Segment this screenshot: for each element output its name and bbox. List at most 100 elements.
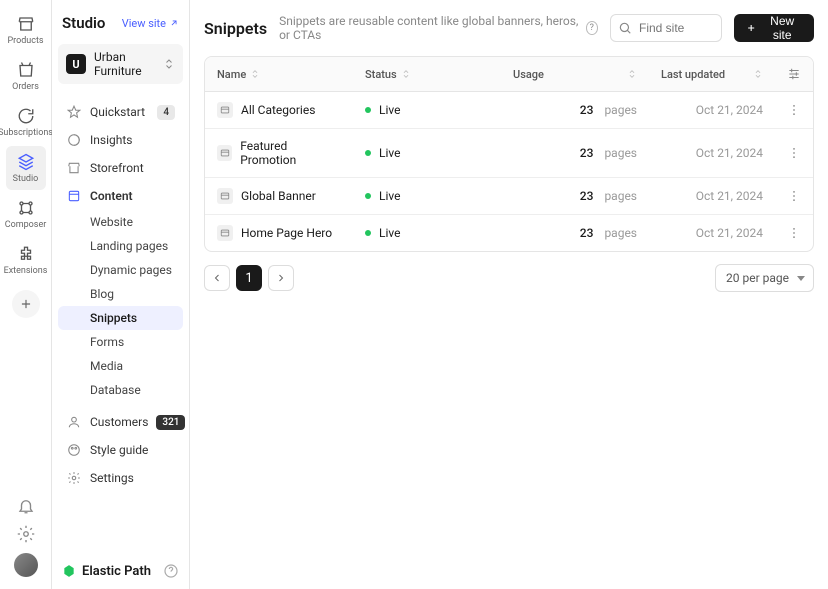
status-label: Live xyxy=(379,226,400,240)
page-subtitle: Snippets are reusable content like globa… xyxy=(279,14,598,42)
search-wrapper xyxy=(610,14,722,42)
col-label: Usage xyxy=(513,68,544,81)
table-row[interactable]: Featured Promotion Live 23 pages Oct 21, 202… xyxy=(205,129,813,178)
help-icon[interactable] xyxy=(163,563,179,579)
cell-updated: Oct 21, 2024 xyxy=(649,136,775,170)
sub-item-landing-pages[interactable]: Landing pages xyxy=(58,234,183,258)
site-logo: U xyxy=(66,54,86,74)
rail-label: Orders xyxy=(12,82,39,92)
cell-usage: 23 pages xyxy=(501,136,649,170)
cell-updated: Oct 21, 2024 xyxy=(649,93,775,127)
cell-actions xyxy=(775,179,813,213)
table-row[interactable]: Home Page HeroLive23pagesOct 21, 2024 xyxy=(205,215,813,251)
subtitle-text: Snippets are reusable content like globa… xyxy=(279,14,579,42)
main-header: Snippets Snippets are reusable content l… xyxy=(204,14,814,42)
status-dot xyxy=(365,150,371,156)
col-label: Status xyxy=(365,68,397,81)
sidebar-item-settings[interactable]: Settings xyxy=(58,464,183,492)
rail-item-subscriptions[interactable]: Subscriptions xyxy=(6,100,46,144)
sub-item-blog[interactable]: Blog xyxy=(58,282,183,306)
rail-item-composer[interactable]: Composer xyxy=(6,192,46,236)
extensions-icon xyxy=(16,244,36,264)
col-name[interactable]: Name xyxy=(205,57,353,91)
rail-item-studio[interactable]: Studio xyxy=(6,146,46,190)
row-name: Featured Promotion xyxy=(240,139,341,167)
gear-icon xyxy=(66,470,82,486)
orders-icon xyxy=(16,60,36,80)
cell-status: Live xyxy=(353,179,501,213)
col-settings[interactable] xyxy=(775,57,813,91)
usage-count: 23 xyxy=(580,226,594,240)
view-site-label: View site xyxy=(122,17,166,30)
next-page-button[interactable] xyxy=(268,265,294,291)
sidebar-item-storefront[interactable]: Storefront xyxy=(58,154,183,182)
brand-label: Elastic Path xyxy=(82,564,151,579)
elastic-path-icon xyxy=(62,564,76,578)
storefront-icon xyxy=(66,160,82,176)
sidebar-item-content[interactable]: Content xyxy=(58,182,183,210)
usage-label: pages xyxy=(604,146,637,160)
table-row[interactable]: Global BannerLive23pagesOct 21, 2024 xyxy=(205,178,813,215)
sub-item-database[interactable]: Database xyxy=(58,378,183,402)
row-menu-button[interactable] xyxy=(787,103,801,117)
sub-item-dynamic-pages[interactable]: Dynamic pages xyxy=(58,258,183,282)
customers-icon xyxy=(66,414,82,430)
col-status[interactable]: Status xyxy=(353,57,501,91)
snippet-icon xyxy=(217,145,232,161)
prev-page-button[interactable] xyxy=(204,265,230,291)
chevron-left-icon xyxy=(211,272,223,284)
status-dot xyxy=(365,107,371,113)
rail-item-orders[interactable]: Orders xyxy=(6,54,46,98)
snippets-table: Name Status Usage Last updated All Categ… xyxy=(204,56,814,252)
usage-count: 23 xyxy=(580,146,594,160)
snippet-icon xyxy=(217,188,233,204)
sub-item-website[interactable]: Website xyxy=(58,210,183,234)
search-icon xyxy=(618,21,632,35)
sidebar-item-label: Quickstart xyxy=(90,105,145,119)
external-link-icon xyxy=(169,18,179,28)
rail-item-extensions[interactable]: Extensions xyxy=(6,238,46,282)
col-label: Name xyxy=(217,68,246,81)
sidebar-item-style-guide[interactable]: Style guide xyxy=(58,436,183,464)
site-picker[interactable]: U Urban Furniture xyxy=(58,44,183,84)
row-menu-button[interactable] xyxy=(787,146,801,160)
sub-item-media[interactable]: Media xyxy=(58,354,183,378)
rail-item-products[interactable]: Products xyxy=(6,8,46,52)
sidebar-item-label: Customers xyxy=(90,415,148,429)
col-usage[interactable]: Usage xyxy=(501,57,649,91)
status-label: Live xyxy=(379,146,400,160)
sort-icon xyxy=(250,69,260,79)
app-rail: Products Orders Subscriptions Studio Com… xyxy=(0,0,52,589)
palette-icon xyxy=(66,442,82,458)
view-site-link[interactable]: View site xyxy=(122,17,179,30)
new-site-button[interactable]: New site xyxy=(734,14,814,42)
row-menu-button[interactable] xyxy=(787,189,801,203)
row-menu-button[interactable] xyxy=(787,226,801,240)
help-icon[interactable]: ? xyxy=(586,21,598,35)
sidebar-item-quickstart[interactable]: Quickstart 4 xyxy=(58,98,183,126)
sidebar-item-insights[interactable]: Insights xyxy=(58,126,183,154)
quickstart-badge: 4 xyxy=(157,105,175,120)
rail-add-button[interactable] xyxy=(12,290,40,318)
cell-status: Live xyxy=(353,216,501,250)
table-row[interactable]: All CategoriesLive23pagesOct 21, 2024 xyxy=(205,92,813,129)
rail-label: Composer xyxy=(5,220,47,230)
sidebar-item-customers[interactable]: Customers 321 xyxy=(58,408,183,436)
sub-item-forms[interactable]: Forms xyxy=(58,330,183,354)
table-header: Name Status Usage Last updated xyxy=(205,57,813,92)
per-page-select[interactable]: 20 per page xyxy=(715,264,814,292)
cell-name: Global Banner xyxy=(205,178,353,214)
gear-icon[interactable] xyxy=(17,525,35,543)
row-name: All Categories xyxy=(241,103,315,117)
usage-label: pages xyxy=(604,189,637,203)
col-updated[interactable]: Last updated xyxy=(649,57,775,91)
customers-badge: 321 xyxy=(156,415,185,430)
table-body: All CategoriesLive23pagesOct 21, 2024Fea… xyxy=(205,92,813,251)
rail-label: Studio xyxy=(13,174,39,184)
bell-icon[interactable] xyxy=(17,497,35,515)
products-icon xyxy=(16,14,36,34)
page-1-button[interactable]: 1 xyxy=(236,265,262,291)
sidebar-item-label: Insights xyxy=(90,133,132,147)
user-avatar[interactable] xyxy=(14,553,38,577)
sub-item-snippets[interactable]: Snippets xyxy=(58,306,183,330)
